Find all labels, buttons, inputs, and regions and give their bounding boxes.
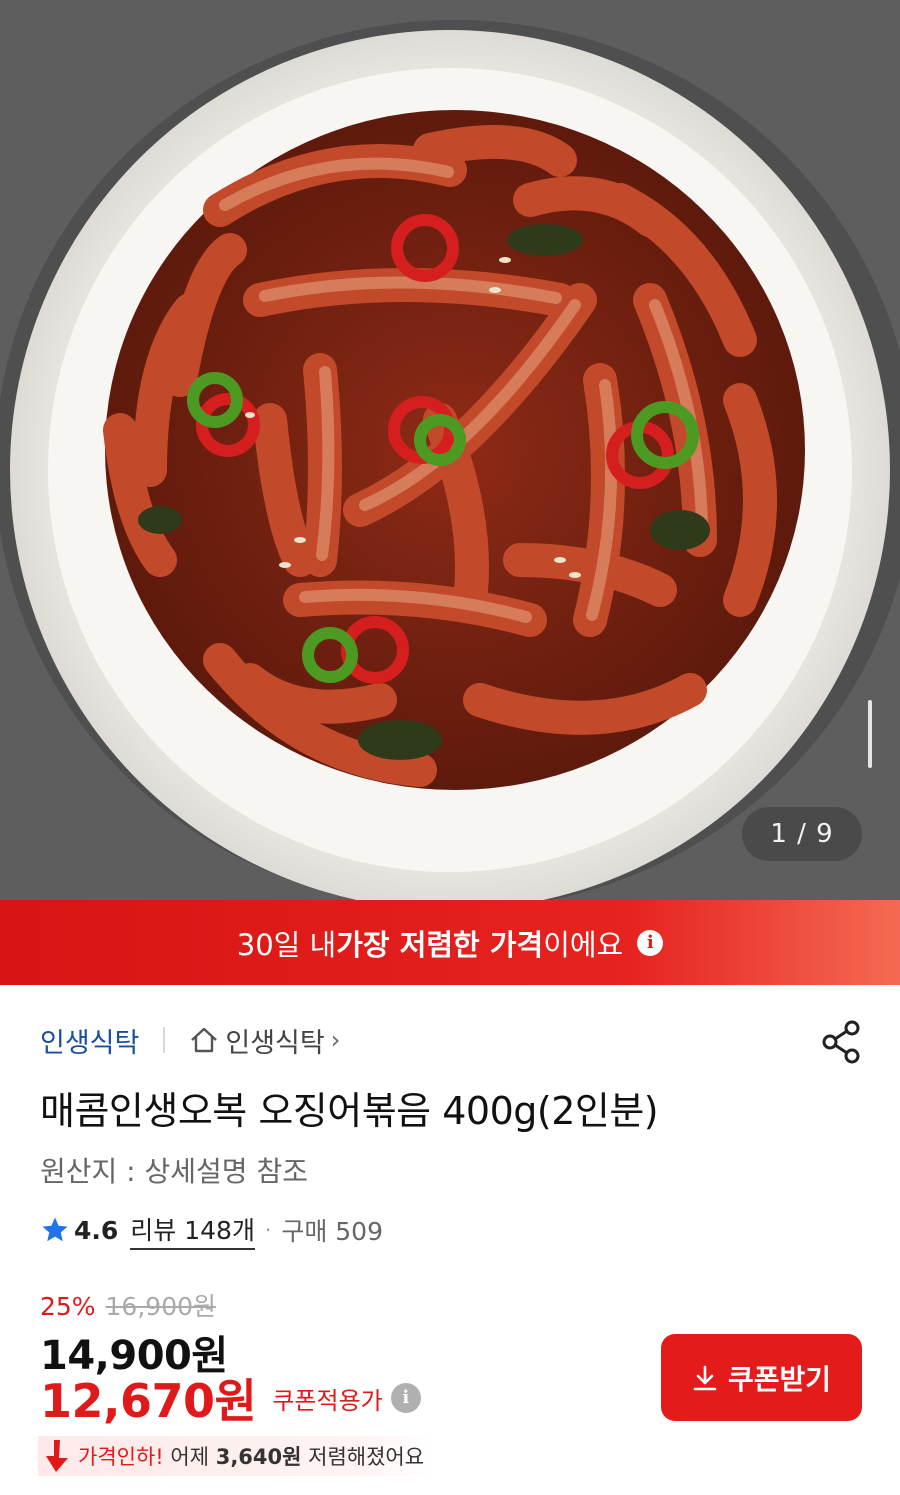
get-coupon-label: 쿠폰받기 <box>727 1362 832 1396</box>
home-icon <box>191 1027 218 1053</box>
separator-dot: · <box>264 1218 272 1242</box>
price-drop-notice: 가격인하! 어제 3,640원 저렴해졌어요 <box>38 1436 435 1476</box>
get-coupon-button[interactable]: 쿠폰받기 <box>661 1334 862 1421</box>
share-icon[interactable] <box>818 1018 866 1066</box>
seller-row: 인생식탁 인생식탁 › <box>40 1020 340 1060</box>
down-arrow-icon <box>46 1440 68 1472</box>
seller-name[interactable]: 인생식탁 <box>40 1021 139 1060</box>
chevron-right-icon: › <box>330 1026 341 1054</box>
info-icon[interactable]: i <box>637 929 664 956</box>
seller-divider <box>163 1027 166 1053</box>
download-icon <box>693 1365 717 1390</box>
rating-row: 4.6 리뷰 148개 · 구매 509 <box>40 1210 383 1250</box>
banner-text-suffix: 이에요 <box>543 927 624 962</box>
rating-value: 4.6 <box>74 1215 119 1245</box>
price-drop-amount: 3,640원 <box>215 1445 302 1469</box>
price-drop-suffix: 저렴해졌어요 <box>301 1445 425 1469</box>
product-origin: 원산지 : 상세설명 참조 <box>40 1155 308 1188</box>
original-price: 16,900원 <box>105 1292 217 1321</box>
banner-text-strong: 가장 저렴한 가격 <box>336 927 544 962</box>
store-link-label: 인생식탁 <box>225 1027 325 1059</box>
product-title: 매콤인생오복 오징어볶음 400g(2인분) <box>40 1089 659 1133</box>
store-home-link[interactable]: 인생식탁 › <box>189 1021 340 1060</box>
product-photo <box>0 0 900 900</box>
purchase-count: 구매 509 <box>281 1217 383 1246</box>
star-icon <box>42 1217 68 1242</box>
image-scroll-indicator <box>868 700 872 768</box>
review-count-link[interactable]: 리뷰 148개 <box>130 1211 255 1250</box>
coupon-price-label: 쿠폰적용가 <box>272 1386 383 1415</box>
discount-row: 25% 16,900원 <box>40 1287 216 1323</box>
banner-text-prefix: 30일 내 <box>236 927 337 962</box>
lowest-price-banner: 30일 내 가장 저렴한 가격 이에요 i <box>0 900 900 985</box>
image-page-counter: 1 / 9 <box>742 807 862 861</box>
price-drop-middle: 어제 <box>163 1445 216 1469</box>
coupon-price: 12,670원 <box>40 1374 257 1428</box>
coupon-price-row: 12,670원 쿠폰적용가 i <box>40 1368 421 1428</box>
info-icon[interactable]: i <box>390 1383 421 1413</box>
product-image-gallery[interactable]: 1 / 9 <box>0 0 900 900</box>
price-drop-prefix: 가격인하! <box>78 1445 164 1469</box>
discount-rate: 25% <box>40 1292 96 1321</box>
